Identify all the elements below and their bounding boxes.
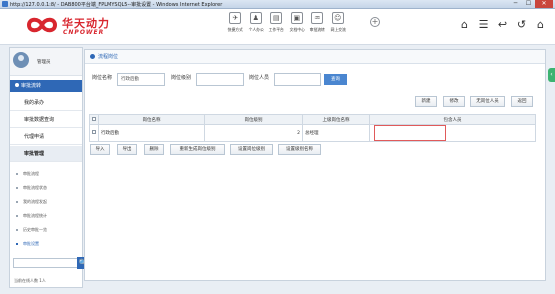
set-level-button[interactable]: 设置岗位级别 — [230, 144, 273, 155]
bullet-icon — [16, 215, 18, 217]
bullet-icon — [16, 243, 18, 245]
sidebar: 管理员 审批流转 我的承办 审批数据查询 代理申请 审批管理 审批流程 审批流程… — [9, 47, 89, 288]
post-level-input[interactable] — [196, 73, 244, 86]
bullet-icon — [16, 201, 18, 203]
column-header: 岗位名称 — [98, 114, 205, 125]
online-users: 当前在线人数 1人 — [14, 278, 46, 283]
sidebar-sub-item[interactable]: 我的流程发起 — [16, 199, 47, 205]
row-check-cell — [89, 124, 99, 142]
column-header: 上级岗位名称 — [302, 114, 370, 125]
username: 管理员 — [37, 60, 51, 65]
sidebar-sub-item[interactable]: 历史审批一览 — [16, 227, 47, 233]
new-button[interactable]: 新建 — [415, 96, 437, 107]
select-all-cell — [89, 114, 99, 125]
nav-label: 个人办公 — [248, 27, 264, 32]
bullet-icon — [16, 187, 18, 189]
modify-button[interactable]: 修改 — [443, 96, 465, 107]
nav-label: 工作平台 — [268, 27, 284, 32]
side-handle[interactable]: ‹ — [548, 68, 555, 82]
app-header: 华天动力 CNPOWER ✈ 快捷方式 ♟ 个人办公 ▤ 工作平台 ▣ 文档中心… — [0, 9, 555, 45]
post-person-input[interactable] — [274, 73, 321, 86]
menu-dot-icon — [15, 83, 19, 87]
sidebar-sub-item[interactable]: 审批流程状态 — [16, 185, 47, 191]
menu-icon[interactable]: ☰ — [474, 19, 493, 31]
sidebar-sub-item[interactable]: 审批流程统计 — [16, 213, 47, 219]
import-button[interactable]: 导入 — [90, 144, 110, 155]
row-checkbox[interactable] — [92, 130, 96, 135]
flow-icon: ♒ — [311, 12, 324, 24]
return-button[interactable]: 返回 — [511, 96, 533, 107]
cell-post-name: 行政后勤 — [98, 124, 205, 142]
user-panel: 管理员 — [10, 48, 82, 76]
page-title: 流程岗位 — [98, 54, 119, 60]
desk-icon: ▤ — [270, 12, 283, 24]
sidebar-item-proxy-request[interactable]: 代理申请 — [10, 129, 82, 145]
avatar — [13, 52, 29, 68]
nav-online-chat[interactable]: ☺ 网上交流 — [328, 11, 349, 33]
window-titlebar: http://127.0.0.1:8/ - DAB800平台端_FPLMYSQL… — [0, 0, 555, 9]
label-post-person: 岗位人员 — [249, 75, 270, 81]
shirt-icon[interactable]: ⌂ — [531, 19, 550, 31]
cell-post-level: 2 — [204, 124, 303, 142]
document-icon: ▣ — [290, 12, 303, 24]
set-level-name-button[interactable]: 设置级别名称 — [278, 144, 321, 155]
breadcrumb: 流程岗位 — [85, 50, 545, 64]
nav-approval-flow[interactable]: ♒ 审批流转 — [307, 11, 328, 33]
nav-document-center[interactable]: ▣ 文档中心 — [287, 11, 308, 33]
sidebar-item-my-tasks[interactable]: 我的承办 — [10, 95, 82, 111]
post-table: 岗位名称 岗位级别 上级岗位名称 包含人员 行政后勤 2 总经理 — [89, 114, 536, 142]
column-header: 岗位级别 — [204, 114, 303, 125]
menu-head-label: 审批流转 — [21, 83, 42, 89]
header-actions: ⌂ ☰ ↩ ↺ ⌂ — [455, 19, 550, 31]
brand-en: CNPOWER — [63, 29, 105, 36]
main-panel: 流程岗位 岗位名称 行政后勤 岗位级别 岗位人员 查询 新建 修改 无岗位人员 … — [84, 49, 546, 281]
table-row[interactable]: 行政后勤 2 总经理 — [89, 124, 536, 142]
nav-label: 审批流转 — [309, 27, 325, 32]
delete-button[interactable]: 删除 — [144, 144, 164, 155]
cell-parent-post: 总经理 — [302, 124, 370, 142]
paper-plane-icon: ✈ — [229, 12, 242, 24]
sidebar-sub-item-approval-settings[interactable]: 审批设置 — [16, 241, 39, 247]
window-title: http://127.0.0.1:8/ - DAB800平台端_FPLMYSQL… — [10, 2, 223, 8]
label-post-name: 岗位名称 — [92, 75, 113, 81]
members-edit-box[interactable] — [374, 125, 446, 141]
sidebar-item-approval-management[interactable]: 审批管理 — [10, 146, 82, 162]
nav-shortcuts[interactable]: ✈ 快捷方式 — [225, 11, 246, 33]
column-header: 包含人员 — [369, 114, 536, 125]
maximize-button[interactable]: ☐ — [522, 0, 535, 8]
sidebar-sub-item[interactable]: 审批流程 — [16, 171, 39, 177]
label-post-level: 岗位级别 — [171, 75, 192, 81]
nav-personal-office[interactable]: ♟ 个人办公 — [246, 11, 267, 33]
add-shortcut-icon[interactable]: + — [370, 17, 380, 27]
sidebar-search-input[interactable] — [13, 258, 79, 268]
bullet-icon — [16, 173, 18, 175]
breadcrumb-icon — [90, 54, 95, 59]
refresh-icon[interactable]: ↺ — [512, 19, 531, 31]
ie-icon — [2, 1, 8, 7]
cnpower-logo-icon — [26, 17, 58, 33]
cell-members[interactable] — [369, 124, 536, 142]
top-navigation: ✈ 快捷方式 ♟ 个人办公 ▤ 工作平台 ▣ 文档中心 ♒ 审批流转 ☺ 网上交… — [225, 11, 348, 33]
chat-icon: ☺ — [331, 12, 344, 24]
post-name-input[interactable]: 行政后勤 — [117, 73, 165, 86]
nav-label: 网上交流 — [330, 27, 346, 32]
minimize-button[interactable]: ─ — [509, 0, 522, 8]
select-all-checkbox[interactable] — [92, 116, 96, 121]
nav-label: 文档中心 — [289, 27, 305, 32]
sidebar-item-approval-query[interactable]: 审批数据查询 — [10, 112, 82, 128]
home-icon[interactable]: ⌂ — [455, 19, 474, 31]
query-button[interactable]: 查询 — [324, 74, 347, 85]
person-icon: ♟ — [249, 12, 262, 24]
close-window-button[interactable]: ✕ — [535, 0, 553, 8]
export-button[interactable]: 导出 — [117, 144, 137, 155]
back-icon[interactable]: ↩ — [493, 19, 512, 31]
menu-head-approval[interactable]: 审批流转 — [10, 80, 82, 92]
regenerate-level-button[interactable]: 重新生成岗位级别 — [170, 144, 225, 155]
nav-work-platform[interactable]: ▤ 工作平台 — [266, 11, 287, 33]
no-person-button[interactable]: 无岗位人员 — [470, 96, 505, 107]
nav-label: 快捷方式 — [227, 27, 243, 32]
bullet-icon — [16, 229, 18, 231]
